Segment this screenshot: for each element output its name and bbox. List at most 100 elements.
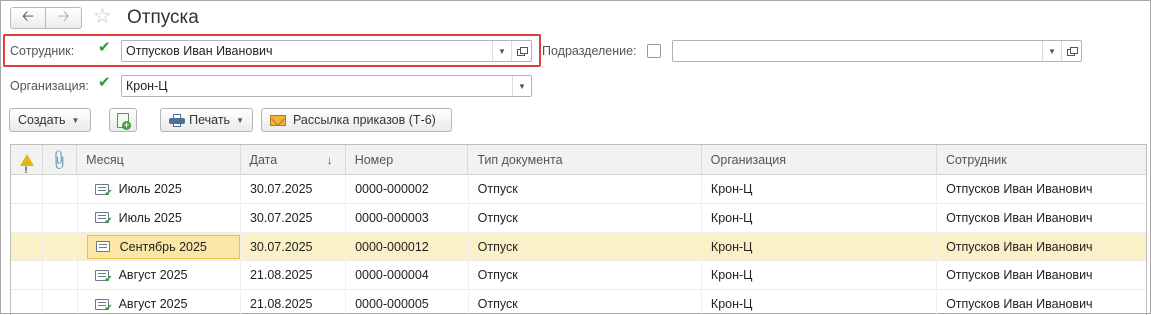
doc-type-cell[interactable]: Отпуск (469, 175, 702, 203)
date-cell[interactable]: 30.07.2025 (241, 175, 347, 203)
create-copy-button[interactable]: + (109, 108, 137, 132)
chevron-down-icon[interactable]: ▼ (492, 41, 511, 61)
chevron-down-icon[interactable]: ▼ (1042, 41, 1061, 61)
table-row[interactable]: ✔ Август 2025 21.08.2025 0000-000005 Отпуск К… (11, 290, 1146, 315)
employee-filter-checkbox[interactable]: ✔ (97, 39, 111, 57)
employee-cell[interactable]: Отпусков Иван Иванович (937, 204, 1146, 232)
paperclip-icon: 📎 (47, 148, 72, 172)
document-posted-icon: ✔ (94, 298, 113, 313)
table-row[interactable]: Сентябрь 2025 30.07.2025 0000-000012 Отпуск… (11, 232, 1146, 262)
month-text: Август 2025 (118, 297, 188, 312)
mailing-button[interactable]: Рассылка приказов (Т-6) (261, 108, 452, 132)
department-field[interactable]: ▼ (672, 40, 1082, 62)
chevron-down-icon: ▼ (236, 115, 244, 125)
number-cell[interactable]: 0000-000012 (346, 232, 469, 261)
date-cell[interactable]: 30.07.2025 (241, 203, 347, 232)
organization-cell[interactable]: Крон-Ц (702, 203, 938, 232)
organization-filter-label: Организация: (10, 79, 89, 93)
number-cell[interactable]: 0000-000003 (346, 203, 469, 232)
print-button-label: Печать (189, 113, 231, 127)
organization-field[interactable]: Крон-Ц ▼ (121, 75, 532, 97)
warning-column-header[interactable]: ! (11, 145, 44, 175)
number-cell[interactable]: 0000-000004 (346, 261, 469, 290)
organization-cell[interactable]: Крон-Ц (702, 175, 938, 203)
month-cell[interactable]: ✔ Июль 2025 (78, 203, 241, 232)
month-cell[interactable]: Сентябрь 2025 (78, 232, 241, 261)
create-button[interactable]: Создать ▼ (9, 108, 91, 132)
month-text: Сентябрь 2025 (119, 239, 207, 254)
back-button[interactable]: 🡠 (10, 7, 46, 29)
organization-cell[interactable]: Крон-Ц (702, 290, 938, 315)
warning-cell[interactable] (11, 175, 44, 203)
number-cell[interactable]: 0000-000005 (346, 290, 469, 315)
employee-cell[interactable]: Отпусков Иван Иванович (937, 261, 1146, 289)
open-in-window-icon[interactable] (511, 41, 531, 61)
window-frame: 🡠 🡢 ☆ Отпуска Сотрудник: ✔ Отпусков Иван… (0, 0, 1151, 315)
table-header: ! 📎 Месяц Дата ↓ Номер Тип документа Орг… (11, 145, 1146, 175)
month-cell[interactable]: ✔ Август 2025 (78, 290, 241, 315)
month-cell-content: ✔ Август 2025 (87, 292, 196, 315)
doc-type-cell[interactable]: Отпуск (469, 203, 702, 232)
column-header-date[interactable]: Дата ↓ (241, 145, 346, 175)
employee-cell[interactable]: Отпусков Иван Иванович (937, 175, 1146, 203)
column-header-month[interactable]: Месяц (77, 145, 241, 175)
warning-cell[interactable] (11, 290, 44, 315)
attachment-column-header[interactable]: 📎 (43, 145, 78, 175)
checkmark-icon: ✔ (98, 74, 111, 91)
column-header-employee[interactable]: Сотрудник (937, 145, 1146, 175)
department-filter-checkbox[interactable] (647, 44, 661, 58)
table-row[interactable]: ✔ Июль 2025 30.07.2025 0000-000002 Отпуск Кро… (11, 175, 1146, 204)
table-row[interactable]: ✔ Июль 2025 30.07.2025 0000-000003 Отпуск Кро… (11, 203, 1146, 233)
month-cell-content: ✔ Август 2025 (87, 263, 196, 287)
doc-type-cell[interactable]: Отпуск (469, 232, 702, 261)
month-cell-content: ✔ Июль 2025 (87, 206, 190, 230)
column-header-date-label: Дата (249, 153, 278, 167)
arrow-right-icon: 🡢 (57, 7, 70, 25)
column-header-number[interactable]: Номер (346, 145, 469, 175)
month-cell-content: ✔ Июль 2025 (87, 177, 190, 201)
employee-cell[interactable]: Отпусков Иван Иванович (937, 233, 1146, 261)
print-button[interactable]: Печать ▼ (160, 108, 253, 132)
attachment-cell[interactable] (43, 290, 78, 315)
employee-field-value: Отпусков Иван Иванович (126, 44, 273, 58)
column-header-organization[interactable]: Организация (702, 145, 937, 175)
warning-cell[interactable] (11, 203, 44, 232)
doc-type-cell[interactable]: Отпуск (469, 261, 702, 290)
star-icon[interactable]: ☆ (93, 6, 112, 28)
organization-field-value: Крон-Ц (126, 79, 168, 93)
document-posted-icon: ✔ (94, 269, 113, 284)
organization-cell[interactable]: Крон-Ц (702, 261, 938, 290)
sort-descending-icon: ↓ (326, 153, 333, 167)
organization-filter-checkbox[interactable]: ✔ (97, 74, 111, 92)
attachment-cell[interactable] (43, 261, 78, 290)
attachment-cell[interactable] (43, 203, 78, 232)
date-cell[interactable]: 21.08.2025 (241, 290, 347, 315)
warning-cell[interactable] (11, 261, 44, 290)
date-cell[interactable]: 21.08.2025 (241, 261, 347, 290)
document-posted-icon: ✔ (94, 212, 113, 227)
chevron-down-icon[interactable]: ▼ (512, 76, 531, 96)
forward-button[interactable]: 🡢 (46, 7, 82, 29)
attachment-cell[interactable] (43, 175, 78, 203)
printer-icon (169, 113, 185, 127)
number-cell[interactable]: 0000-000002 (346, 175, 469, 203)
date-cell[interactable]: 30.07.2025 (241, 232, 347, 261)
employee-field[interactable]: Отпусков Иван Иванович ▼ (121, 40, 532, 62)
month-cell[interactable]: ✔ Июль 2025 (78, 175, 241, 203)
department-filter-label: Подразделение: (542, 44, 637, 58)
employee-cell[interactable]: Отпусков Иван Иванович (937, 290, 1146, 315)
doc-type-cell[interactable]: Отпуск (469, 290, 702, 315)
document-posted-icon: ✔ (94, 183, 113, 198)
attachment-cell[interactable] (43, 232, 78, 261)
column-header-doc-type[interactable]: Тип документа (468, 145, 702, 175)
organization-cell[interactable]: Крон-Ц (702, 232, 938, 261)
table-row[interactable]: ✔ Август 2025 21.08.2025 0000-000004 Отпуск К… (11, 261, 1146, 291)
envelope-icon (270, 114, 286, 126)
warning-cell[interactable] (11, 232, 44, 261)
warning-icon: ! (19, 154, 34, 175)
month-cell[interactable]: ✔ Август 2025 (78, 261, 241, 290)
employee-filter-label: Сотрудник: (10, 44, 75, 58)
page-title: Отпуска (127, 7, 199, 28)
month-text: Июль 2025 (118, 182, 182, 196)
open-in-window-icon[interactable] (1061, 41, 1081, 61)
